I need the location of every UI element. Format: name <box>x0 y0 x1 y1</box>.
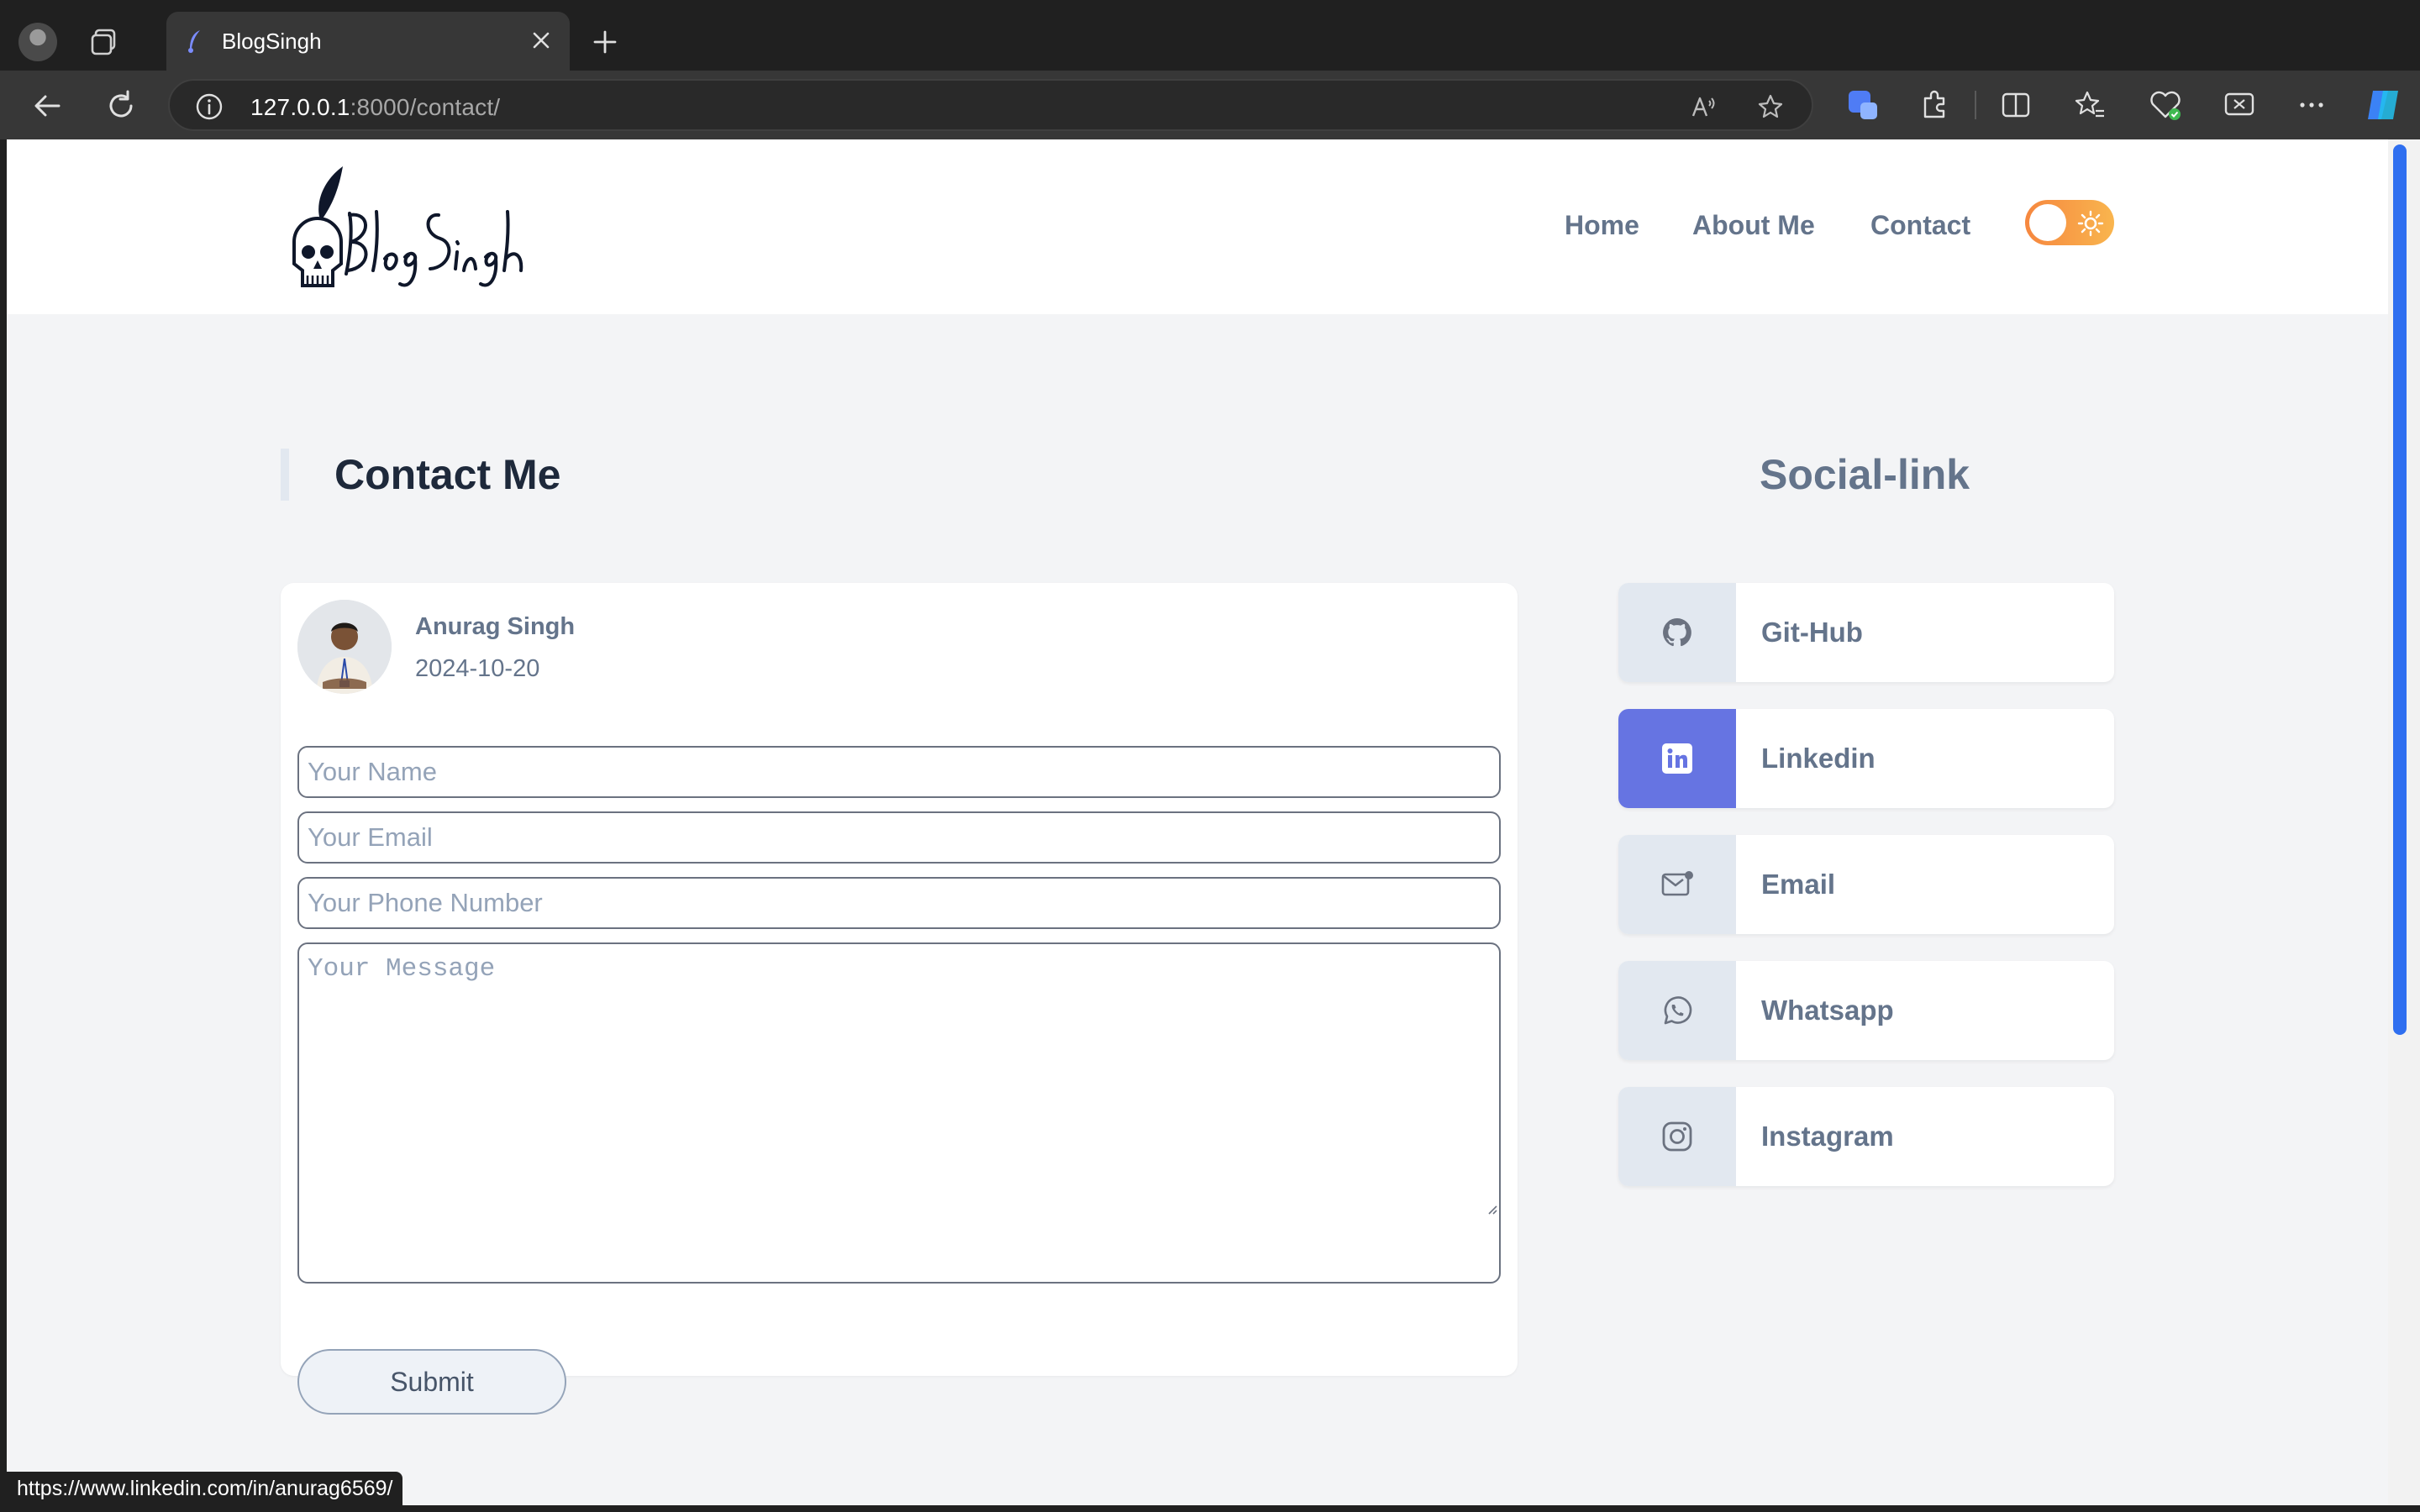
sun-icon <box>2077 210 2104 237</box>
instagram-icon <box>1662 1121 1692 1152</box>
extensions-puzzle-icon[interactable] <box>1918 87 1953 123</box>
social-link-linkedin[interactable]: Linkedin <box>1618 709 2114 808</box>
social-icon-box <box>1618 709 1736 808</box>
name-input[interactable] <box>297 746 1501 798</box>
social-link-whatsapp[interactable]: Whatsapp <box>1618 961 2114 1060</box>
social-label: Email <box>1761 869 1836 900</box>
browser-essentials-icon[interactable] <box>2148 87 2183 123</box>
browser-toolbar: 127.0.0.1:8000/contact/ <box>0 71 2420 139</box>
nav-contact-link[interactable]: Contact <box>1870 210 1970 241</box>
email-input[interactable] <box>297 811 1501 864</box>
close-tab-icon[interactable] <box>529 29 553 52</box>
social-link-email[interactable]: Email <box>1618 835 2114 934</box>
extension-app-icon[interactable] <box>1845 87 1881 123</box>
email-icon <box>1661 871 1693 896</box>
resize-grip-icon[interactable] <box>1486 1203 1497 1215</box>
social-icon-box <box>1618 1087 1736 1186</box>
browser-tab-active[interactable]: BlogSingh <box>166 12 570 71</box>
theme-toggle[interactable] <box>2025 200 2114 245</box>
social-icon-box <box>1618 835 1736 934</box>
workspaces-icon[interactable] <box>87 25 121 59</box>
scrollbar-thumb[interactable] <box>2393 144 2407 1035</box>
contact-heading: Contact Me <box>334 451 561 498</box>
page-viewport: Home About Me Contact Contact Me Social-… <box>7 139 2388 1505</box>
url-text[interactable]: 127.0.0.1:8000/contact/ <box>250 94 500 121</box>
social-link-github[interactable]: Git-Hub <box>1618 583 2114 682</box>
contact-form-card: Anurag Singh 2024-10-20 Submit <box>281 583 1518 1415</box>
quill-favicon-icon <box>188 30 200 53</box>
social-icon-box <box>1618 583 1736 682</box>
link-hover-status-url: https://www.linkedin.com/in/anurag6569/ <box>7 1472 403 1505</box>
more-menu-icon[interactable] <box>2294 87 2329 123</box>
screenshot-icon[interactable] <box>2222 87 2257 123</box>
phone-input[interactable] <box>297 877 1501 929</box>
reload-icon[interactable] <box>103 87 139 124</box>
linkedin-icon <box>1662 743 1692 774</box>
post-date: 2024-10-20 <box>415 655 540 682</box>
address-bar[interactable]: 127.0.0.1:8000/contact/ <box>168 79 1813 131</box>
copilot-icon[interactable] <box>2363 84 2405 126</box>
message-textarea[interactable] <box>297 942 1501 1284</box>
social-heading: Social-link <box>1760 451 1970 498</box>
split-screen-icon[interactable] <box>1998 87 2033 123</box>
profile-avatar-icon[interactable] <box>18 23 57 61</box>
social-link-instagram[interactable]: Instagram <box>1618 1087 2114 1186</box>
site-info-icon[interactable] <box>195 92 224 121</box>
social-label: Instagram <box>1761 1121 1894 1152</box>
github-icon <box>1663 618 1691 647</box>
site-header: Home About Me Contact <box>7 139 2388 314</box>
author-avatar <box>297 600 392 694</box>
blog-singh-logo[interactable] <box>282 165 534 299</box>
read-aloud-icon[interactable] <box>1689 92 1718 121</box>
social-label: Whatsapp <box>1761 995 1894 1026</box>
favorite-star-icon[interactable] <box>1756 92 1785 121</box>
tab-title: BlogSingh <box>222 29 322 54</box>
favorites-icon[interactable] <box>2072 87 2107 123</box>
toggle-knob <box>2029 204 2066 241</box>
nav-home-link[interactable]: Home <box>1565 210 1639 241</box>
back-arrow-icon[interactable] <box>29 87 66 124</box>
social-label: Linkedin <box>1761 743 1876 774</box>
nav-about-link[interactable]: About Me <box>1692 210 1815 241</box>
toolbar-separator <box>1975 91 1976 119</box>
submit-button[interactable]: Submit <box>297 1349 566 1415</box>
new-tab-icon[interactable] <box>588 25 622 59</box>
url-host: 127.0.0.1 <box>250 94 350 120</box>
social-label: Git-Hub <box>1761 617 1863 648</box>
browser-tab-bar: BlogSingh <box>0 0 2420 71</box>
whatsapp-icon <box>1664 996 1692 1025</box>
url-path: :8000/contact/ <box>350 94 501 120</box>
social-icon-box <box>1618 961 1736 1060</box>
author-name: Anurag Singh <box>415 613 576 640</box>
heading-accent-bar <box>281 449 289 501</box>
person-photo-icon <box>297 600 392 694</box>
